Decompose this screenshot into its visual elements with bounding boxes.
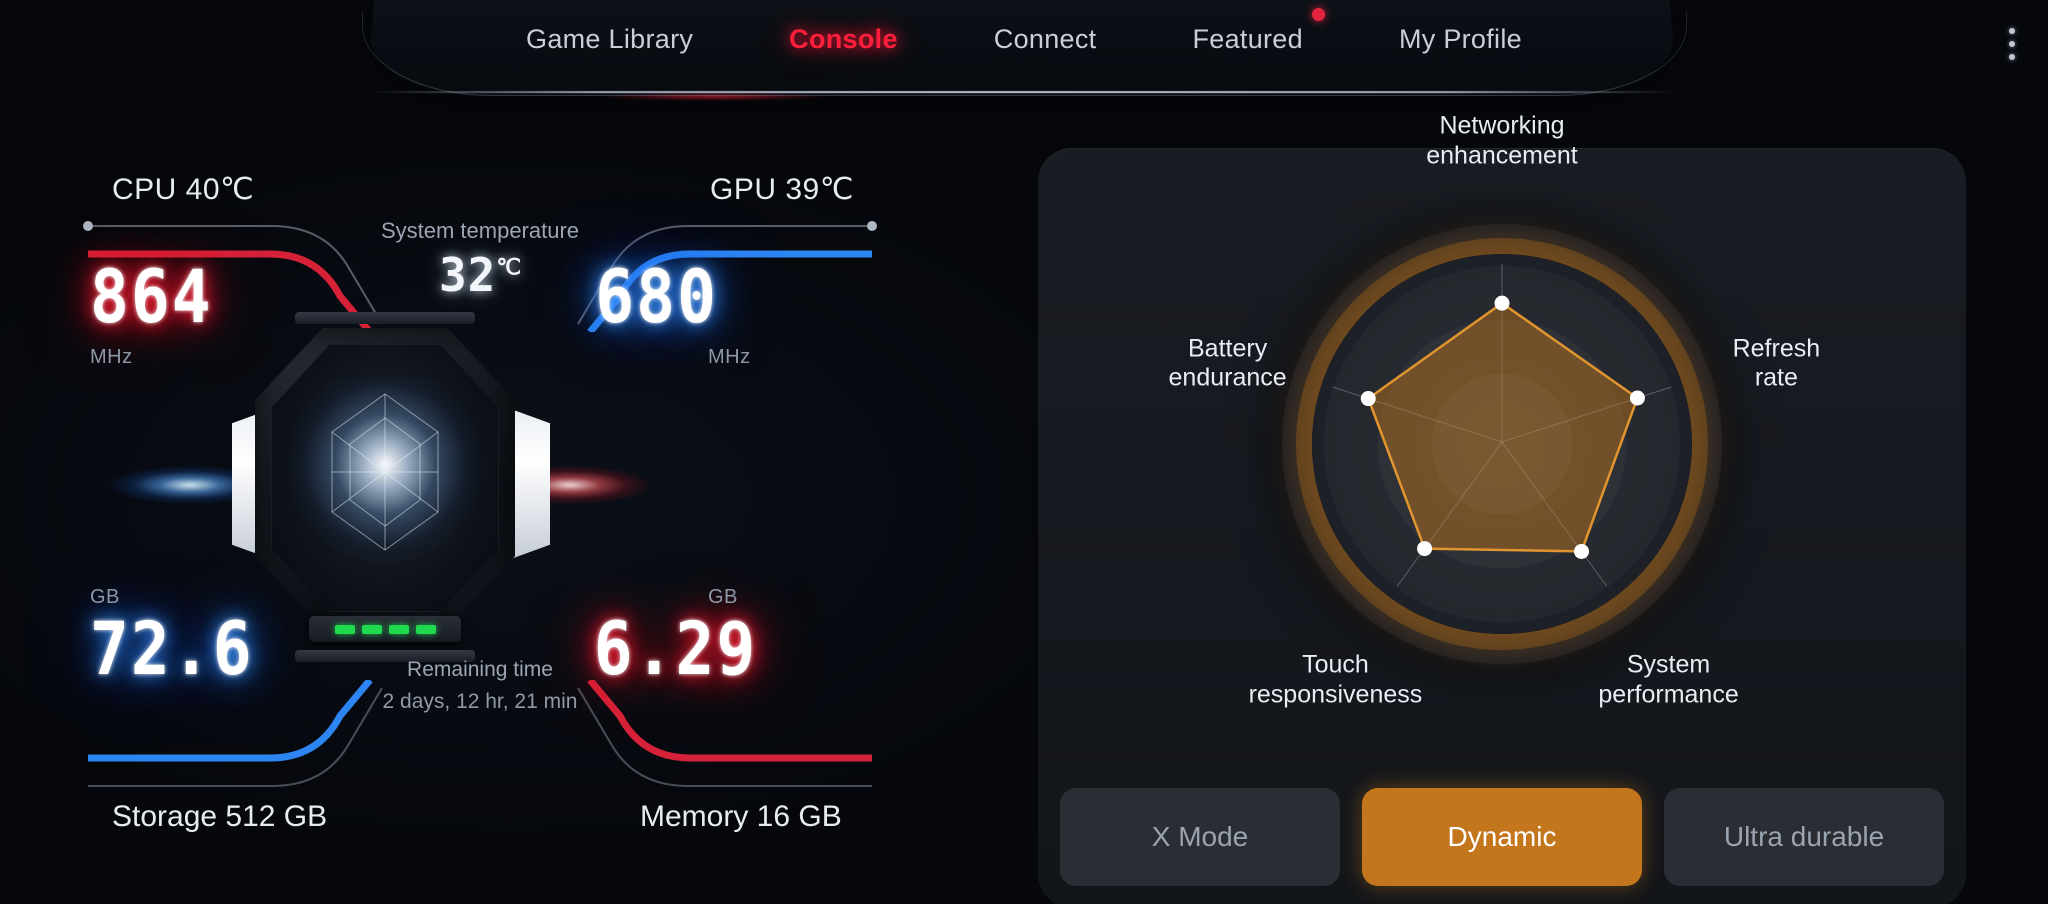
nav-item-label: Connect [993,23,1097,54]
nav-item-my-profile[interactable]: My Profile [1397,20,1524,59]
performance-mode-selector: X Mode Dynamic Ultra durable [1060,788,1944,886]
cpu-temperature-label: CPU 40℃ [112,173,255,206]
core-clip-top [295,312,475,324]
nav-item-label: My Profile [1398,23,1522,54]
performance-profile-panel: Networking enhancement Refresh rate Syst… [1038,112,1966,904]
mode-button-dynamic[interactable]: Dynamic [1362,788,1642,886]
mode-button-ultra-durable[interactable]: Ultra durable [1664,788,1944,886]
performance-radar-chart: Networking enhancement Refresh rate Syst… [1169,112,1821,709]
gpu-temperature-label: GPU 39℃ [710,173,854,206]
gpu-frequency-unit: MHz [708,346,751,368]
system-core-graphic [255,312,515,662]
nav-item-console[interactable]: Console [787,20,900,59]
kebab-dot [2009,28,2015,34]
kebab-dot [2009,41,2015,47]
radar-plot [1332,264,1672,587]
nav-items: Game Library Console Connect Featured My… [0,0,2048,78]
console-dashboard: Game Library Console Connect Featured My… [0,0,2048,904]
nav-item-label: Game Library [526,23,694,54]
radar-axis-label-system-performance: System performance [1598,650,1739,709]
nav-item-connect[interactable]: Connect [992,20,1099,59]
radar-axis-label-networking: Networking enhancement [1426,111,1578,170]
kebab-dot [2009,54,2015,60]
mode-button-x-mode[interactable]: X Mode [1060,788,1340,886]
remaining-time-label: Remaining time [407,658,553,681]
top-navigation-bar: Game Library Console Connect Featured My… [0,0,2048,108]
nav-item-game-library[interactable]: Game Library [524,20,695,59]
memory-total-label: Memory 16 GB [640,800,842,833]
nav-item-featured[interactable]: Featured [1190,7,1325,59]
system-temperature-unit: ℃ [496,255,522,281]
system-temperature-value: 32 [438,248,497,302]
storage-free-unit: GB [90,586,120,608]
system-monitor-panel: CPU 40℃ GPU 39℃ 864 MHz 680 MHz 72.6 GB … [60,150,900,880]
core-wireframe-icon [331,393,439,551]
remaining-time-value: 2 days, 12 hr, 21 min [382,690,578,713]
radar-axis-label-refresh-rate: Refresh rate [1732,334,1821,392]
nav-item-label: Console [789,23,898,54]
system-temperature-label: System temperature [380,218,580,243]
system-temperature-readout: 32℃ [60,248,900,302]
kebab-menu-icon[interactable] [2009,28,2015,60]
storage-total-label: Storage 512 GB [112,800,328,833]
memory-free-unit: GB [708,586,738,608]
notification-dot-icon [1311,7,1325,21]
radar-axis-label-touch-responsiveness: Touch responsiveness [1248,650,1423,709]
core-status-leds [309,616,461,642]
radar-axis-label-battery-endurance: Battery endurance [1168,334,1287,392]
nav-item-label: Featured [1192,23,1303,54]
cpu-frequency-unit: MHz [90,346,133,368]
